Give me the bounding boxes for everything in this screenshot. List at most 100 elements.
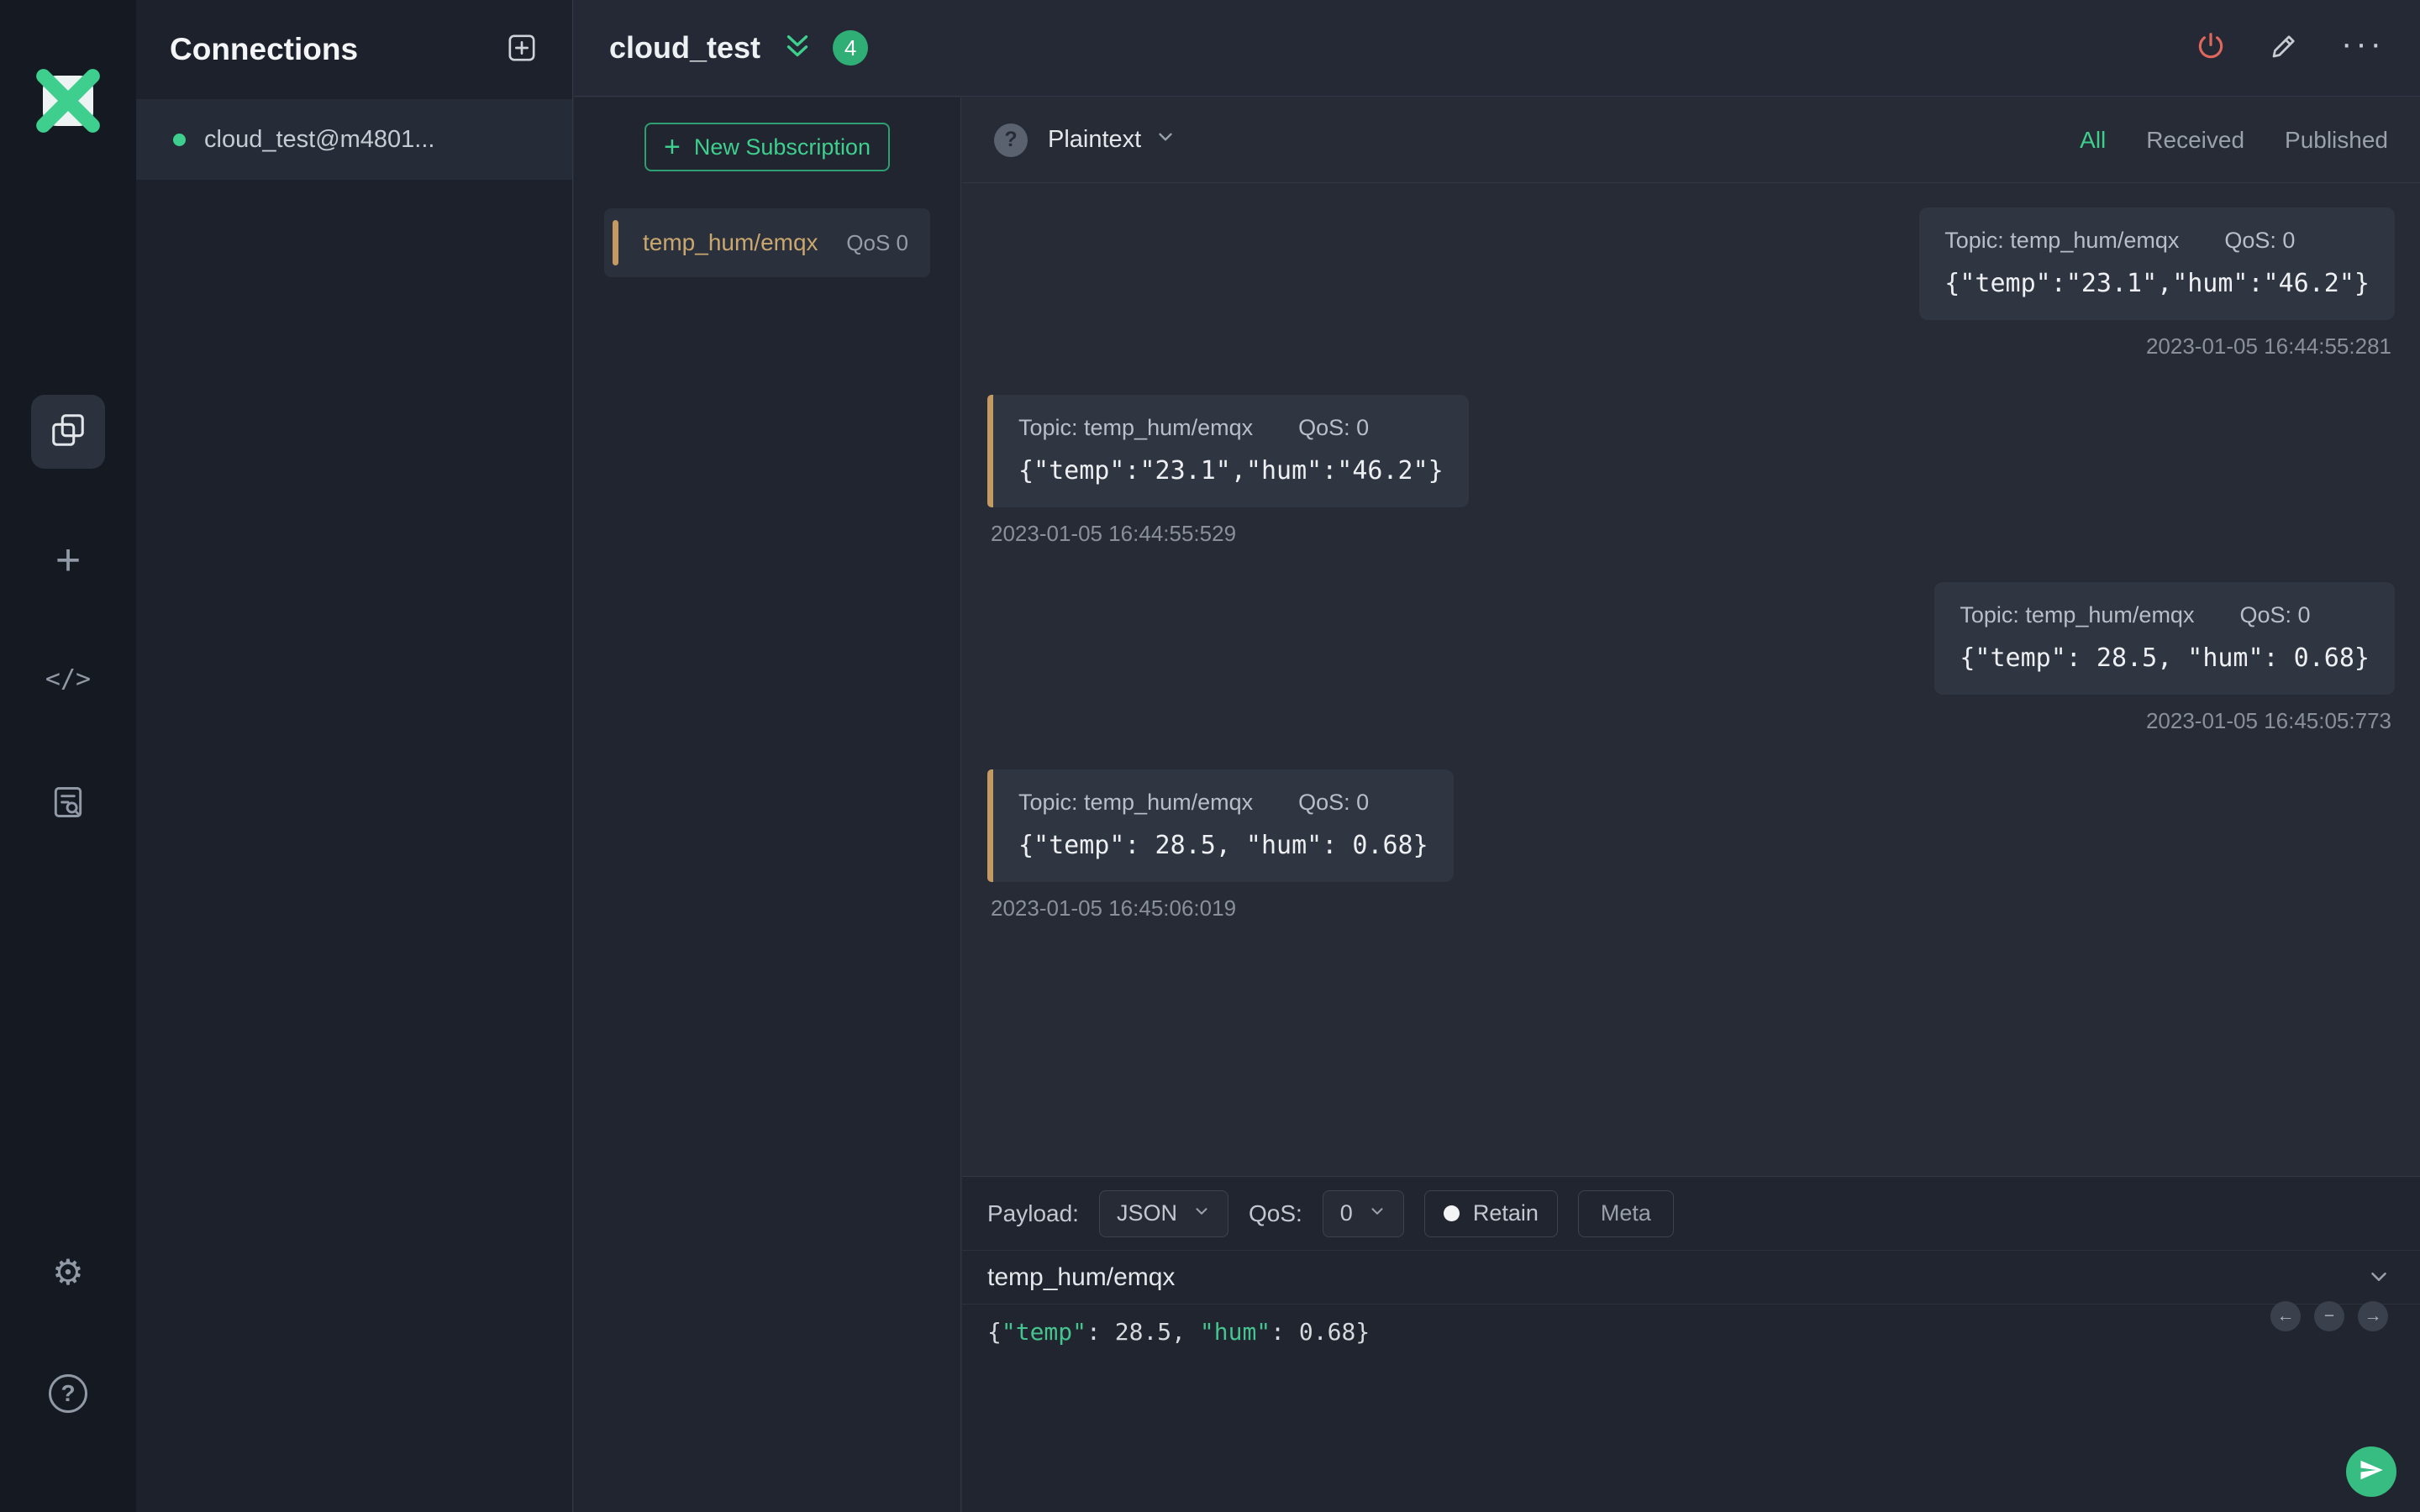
power-icon bbox=[2195, 32, 2227, 66]
message-timestamp: 2023-01-05 16:45:06:019 bbox=[991, 895, 1237, 921]
history-next-button[interactable]: → bbox=[2358, 1301, 2388, 1331]
retain-dot-icon bbox=[1443, 1205, 1460, 1221]
connection-header: cloud_test 4 ··· bbox=[574, 0, 2420, 97]
chevron-down-icon bbox=[1192, 1200, 1211, 1226]
payload-key: "temp" bbox=[1001, 1318, 1087, 1346]
page-title: cloud_test bbox=[609, 30, 761, 65]
history-prev-button[interactable]: ← bbox=[2270, 1301, 2301, 1331]
retain-toggle[interactable]: Retain bbox=[1423, 1189, 1558, 1237]
history-delete-button[interactable]: − bbox=[2314, 1301, 2344, 1331]
message-payload: {"temp":"23.1","hum":"46.2"} bbox=[1018, 456, 1444, 486]
header-actions: ··· bbox=[2195, 27, 2385, 66]
gear-icon: ⚙ bbox=[52, 1252, 84, 1292]
more-options-button[interactable]: ··· bbox=[2341, 27, 2385, 60]
unread-badge: 4 bbox=[833, 30, 869, 66]
collapse-all-button[interactable] bbox=[782, 31, 813, 66]
payload-text: : 0.68} bbox=[1270, 1318, 1370, 1346]
new-connection-window-button[interactable] bbox=[505, 31, 539, 69]
message-meta: Topic: temp_hum/emqx QoS: 0 bbox=[1018, 790, 1428, 816]
topic-input[interactable]: temp_hum/emqx bbox=[962, 1251, 2420, 1305]
subscription-color-accent bbox=[613, 220, 618, 265]
rail-item-new-connection[interactable]: + bbox=[31, 523, 105, 597]
publish-panel: Payload: JSON QoS: 0 Retain Meta temp_hu… bbox=[962, 1176, 2420, 1512]
message-payload: {"temp": 28.5, "hum": 0.68} bbox=[1018, 831, 1428, 860]
qos-value: 0 bbox=[1339, 1200, 1353, 1226]
payload-format-select[interactable]: Plaintext bbox=[1048, 126, 1176, 155]
chevron-down-icon bbox=[2366, 1268, 2391, 1295]
rail-item-script[interactable]: </> bbox=[31, 642, 105, 716]
message-topic: Topic: temp_hum/emqx bbox=[1960, 602, 2195, 627]
filter-all[interactable]: All bbox=[2080, 127, 2106, 154]
double-chevron-down-icon bbox=[782, 31, 813, 66]
message-bubble: Topic: temp_hum/emqx QoS: 0 {"temp": 28.… bbox=[987, 769, 1454, 882]
connections-icon bbox=[49, 411, 87, 454]
message-payload: {"temp": 28.5, "hum": 0.68} bbox=[1960, 643, 2370, 673]
retain-label: Retain bbox=[1472, 1200, 1539, 1226]
publish-controls: Payload: JSON QoS: 0 Retain Meta bbox=[962, 1177, 2420, 1251]
payload-type-select[interactable]: JSON bbox=[1098, 1189, 1228, 1237]
subscriptions-panel: + New Subscription temp_hum/emqx QoS 0 bbox=[574, 97, 961, 1512]
message-received: Topic: temp_hum/emqx QoS: 0 {"temp":"23.… bbox=[987, 395, 2395, 547]
message-topic: Topic: temp_hum/emqx bbox=[1944, 228, 2180, 253]
plus-square-icon bbox=[505, 34, 539, 68]
log-icon bbox=[50, 784, 87, 825]
rail-item-settings[interactable]: ⚙ bbox=[31, 1235, 105, 1309]
plus-icon: + bbox=[664, 131, 681, 163]
connection-list-item[interactable]: cloud_test@m4801... bbox=[136, 99, 572, 180]
message-received: Topic: temp_hum/emqx QoS: 0 {"temp": 28.… bbox=[987, 769, 2395, 921]
message-topic: Topic: temp_hum/emqx bbox=[1018, 790, 1254, 815]
question-icon: ? bbox=[1004, 128, 1018, 151]
message-timestamp: 2023-01-05 16:44:55:281 bbox=[2145, 333, 2391, 359]
payload-format-help-button[interactable]: ? bbox=[994, 123, 1028, 157]
payload-type-label: Payload: bbox=[987, 1200, 1079, 1226]
app-rail: + </> ⚙ ? bbox=[0, 0, 136, 1512]
filter-published[interactable]: Published bbox=[2285, 127, 2388, 154]
new-subscription-button[interactable]: + New Subscription bbox=[644, 123, 890, 171]
connection-name: cloud_test@m4801... bbox=[204, 125, 435, 153]
connections-header: Connections bbox=[136, 0, 572, 99]
messages-toolbar: ? Plaintext All Received Published bbox=[962, 97, 2420, 183]
filter-received[interactable]: Received bbox=[2146, 127, 2244, 154]
rail-item-help[interactable]: ? bbox=[31, 1357, 105, 1431]
rail-item-log[interactable] bbox=[31, 767, 105, 841]
rail-item-connections[interactable] bbox=[31, 395, 105, 469]
collapse-editor-button[interactable] bbox=[2366, 1264, 2391, 1296]
meta-label: Meta bbox=[1600, 1200, 1651, 1226]
payload-format-value: Plaintext bbox=[1048, 126, 1142, 153]
qos-select[interactable]: 0 bbox=[1322, 1189, 1404, 1237]
message-qos: QoS: 0 bbox=[2224, 228, 2296, 253]
subscription-item[interactable]: temp_hum/emqx QoS 0 bbox=[604, 208, 930, 277]
payload-history-pager: ← − → bbox=[2270, 1301, 2388, 1331]
message-published: Topic: temp_hum/emqx QoS: 0 {"temp": 28.… bbox=[987, 582, 2395, 734]
meta-button[interactable]: Meta bbox=[1577, 1189, 1674, 1237]
payload-editor[interactable]: {"temp": 28.5, "hum": 0.68} bbox=[962, 1305, 2420, 1359]
payload-text: { bbox=[987, 1318, 1002, 1346]
connection-status-dot bbox=[173, 133, 186, 146]
code-icon: </> bbox=[45, 664, 92, 694]
qos-label: QoS: bbox=[1248, 1200, 1302, 1226]
chevron-down-icon bbox=[1155, 126, 1176, 155]
message-published: Topic: temp_hum/emqx QoS: 0 {"temp":"23.… bbox=[987, 207, 2395, 360]
new-subscription-label: New Subscription bbox=[693, 134, 871, 160]
message-qos: QoS: 0 bbox=[2239, 602, 2311, 627]
arrow-right-icon: → bbox=[2364, 1306, 2382, 1326]
subscription-topic: temp_hum/emqx bbox=[643, 229, 818, 255]
message-qos: QoS: 0 bbox=[1298, 790, 1370, 815]
minus-icon: − bbox=[2323, 1306, 2335, 1326]
payload-type-value: JSON bbox=[1116, 1200, 1177, 1226]
message-meta: Topic: temp_hum/emqx QoS: 0 bbox=[1018, 415, 1444, 441]
help-icon: ? bbox=[49, 1374, 87, 1413]
plus-icon: + bbox=[55, 536, 82, 585]
topic-value: temp_hum/emqx bbox=[987, 1263, 1176, 1291]
message-filters: All Received Published bbox=[2080, 127, 2388, 154]
payload-key: "hum" bbox=[1199, 1318, 1271, 1346]
edit-connection-button[interactable] bbox=[2269, 31, 2299, 66]
message-bubble: Topic: temp_hum/emqx QoS: 0 {"temp":"23.… bbox=[987, 395, 1469, 507]
send-button[interactable] bbox=[2346, 1446, 2396, 1497]
payload-text: : 28.5, bbox=[1086, 1318, 1200, 1346]
ellipsis-icon: ··· bbox=[2341, 25, 2385, 62]
message-bubble: Topic: temp_hum/emqx QoS: 0 {"temp": 28.… bbox=[1934, 582, 2395, 695]
message-list[interactable]: Topic: temp_hum/emqx QoS: 0 {"temp":"23.… bbox=[962, 184, 2420, 1176]
disconnect-button[interactable] bbox=[2195, 30, 2227, 66]
message-topic: Topic: temp_hum/emqx bbox=[1018, 415, 1254, 440]
